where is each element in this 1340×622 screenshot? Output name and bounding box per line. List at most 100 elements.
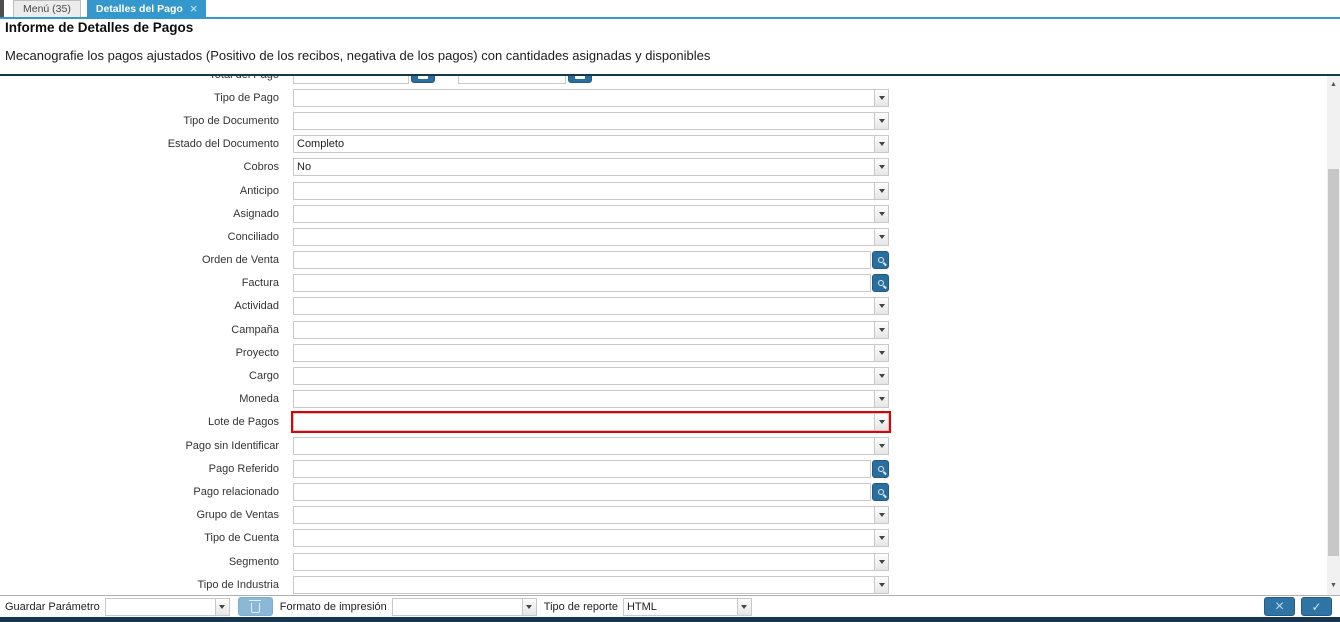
combo-dropdown-button[interactable] <box>874 529 889 548</box>
combo-input[interactable] <box>293 227 874 246</box>
field-label: Actividad <box>234 300 279 313</box>
combo-dropdown-button[interactable] <box>874 181 889 200</box>
combo-dropdown-button[interactable] <box>874 367 889 386</box>
scroll-down-icon[interactable]: ▼ <box>1327 580 1340 592</box>
field-label: Factura <box>241 277 279 290</box>
search-input[interactable] <box>293 459 871 478</box>
report-type-dropdown-button[interactable] <box>736 597 752 616</box>
amount-to-input[interactable] <box>458 76 566 84</box>
record-search-button[interactable] <box>872 251 889 270</box>
print-format-dropdown-button[interactable] <box>521 597 537 616</box>
combo-input[interactable] <box>293 552 874 571</box>
combo-input[interactable] <box>293 135 874 154</box>
form-row: Anticipo <box>0 179 1326 202</box>
record-search-button[interactable] <box>872 274 889 293</box>
save-parameter-dropdown-button[interactable] <box>214 597 230 616</box>
field-label: Segmento <box>228 555 279 568</box>
combo-input[interactable] <box>293 88 874 107</box>
combo-dropdown-button[interactable] <box>874 413 889 432</box>
record-search-button[interactable] <box>872 459 889 478</box>
field-label: Estado del Documento <box>167 138 279 151</box>
record-search-icon <box>877 488 884 495</box>
save-parameter-input[interactable] <box>104 597 215 616</box>
ok-button[interactable]: ✓ <box>1301 597 1332 616</box>
form-row: Conciliado <box>0 225 1326 248</box>
combo-input[interactable] <box>293 158 874 177</box>
combo-field <box>293 552 889 571</box>
combo-input[interactable] <box>293 297 874 316</box>
close-tab-icon[interactable]: × <box>190 2 198 15</box>
form-row: Pago relacionado <box>0 480 1326 503</box>
combo-input[interactable] <box>293 390 874 409</box>
scrollbar-thumb[interactable] <box>1328 169 1339 556</box>
vertical-scrollbar[interactable]: ▲ ▼ <box>1327 76 1340 595</box>
chevron-down-icon <box>878 582 885 587</box>
combo-dropdown-button[interactable] <box>874 436 889 455</box>
chevron-down-icon <box>878 374 885 379</box>
combo-input[interactable] <box>293 320 874 339</box>
combo-input[interactable] <box>293 575 874 594</box>
combo-dropdown-button[interactable] <box>874 343 889 362</box>
combo-input[interactable] <box>293 506 874 525</box>
field-label: Tipo de Cuenta <box>204 532 279 545</box>
combo-dropdown-button[interactable] <box>874 227 889 246</box>
combo-dropdown-button[interactable] <box>874 111 889 130</box>
print-format-input[interactable] <box>391 597 522 616</box>
calculator-button[interactable] <box>568 76 592 83</box>
combo-dropdown-button[interactable] <box>874 552 889 571</box>
record-search-icon <box>877 465 884 472</box>
combo-field <box>293 297 889 316</box>
field-label: Pago relacionado <box>193 485 279 498</box>
combo-field <box>293 436 889 455</box>
combo-input[interactable] <box>293 367 874 386</box>
amount-from-input[interactable] <box>293 76 409 84</box>
form-row: Total del Pago <box>0 76 1326 86</box>
chevron-down-icon <box>878 536 885 541</box>
window-edge <box>0 0 4 17</box>
calculator-button[interactable] <box>411 76 435 83</box>
combo-dropdown-button[interactable] <box>874 320 889 339</box>
report-type-input[interactable] <box>622 597 737 616</box>
combo-dropdown-button[interactable] <box>874 204 889 223</box>
chevron-down-icon <box>878 188 885 193</box>
form-row: Tipo de Cuenta <box>0 527 1326 550</box>
combo-input[interactable] <box>293 181 874 200</box>
combo-dropdown-button[interactable] <box>874 390 889 409</box>
tab-detalles-del-pago[interactable]: Detalles del Pago × <box>86 0 207 17</box>
combo-input[interactable] <box>293 111 874 130</box>
combo-dropdown-button[interactable] <box>874 158 889 177</box>
combo-dropdown-button[interactable] <box>874 575 889 594</box>
delete-parameter-button[interactable] <box>237 597 273 616</box>
combo-input[interactable] <box>293 343 874 362</box>
combo-input[interactable] <box>293 529 874 548</box>
combo-field <box>293 88 889 107</box>
search-input[interactable] <box>293 274 871 293</box>
field-label: Campaña <box>231 323 279 336</box>
combo-input[interactable] <box>293 436 874 455</box>
chevron-down-icon <box>878 420 885 425</box>
combo-dropdown-button[interactable] <box>874 135 889 154</box>
tab-bar: Menú (35) Detalles del Pago × <box>0 0 1340 17</box>
cancel-button[interactable]: × <box>1264 597 1295 616</box>
field-label: Cobros <box>243 161 279 174</box>
save-parameter-label: Guardar Parámetro <box>5 600 100 613</box>
form-row: Factura <box>0 272 1326 295</box>
combo-dropdown-button[interactable] <box>874 88 889 107</box>
combo-dropdown-button[interactable] <box>874 506 889 525</box>
search-input[interactable] <box>293 251 871 270</box>
chevron-down-icon <box>878 118 885 123</box>
combo-input[interactable] <box>293 204 874 223</box>
footer-toolbar: Guardar Parámetro Formato de impresión T… <box>0 595 1340 617</box>
combo-field <box>293 158 889 177</box>
form-row: Lote de Pagos <box>0 411 1326 434</box>
combo-field <box>293 529 889 548</box>
search-input[interactable] <box>293 482 871 501</box>
record-search-button[interactable] <box>872 482 889 501</box>
form-row: Pago sin Identificar <box>0 434 1326 457</box>
combo-field <box>293 575 889 594</box>
scroll-up-icon[interactable]: ▲ <box>1327 79 1340 91</box>
chevron-down-icon <box>878 559 885 564</box>
tab-menu[interactable]: Menú (35) <box>13 0 81 17</box>
combo-input[interactable] <box>293 413 874 432</box>
combo-dropdown-button[interactable] <box>874 297 889 316</box>
